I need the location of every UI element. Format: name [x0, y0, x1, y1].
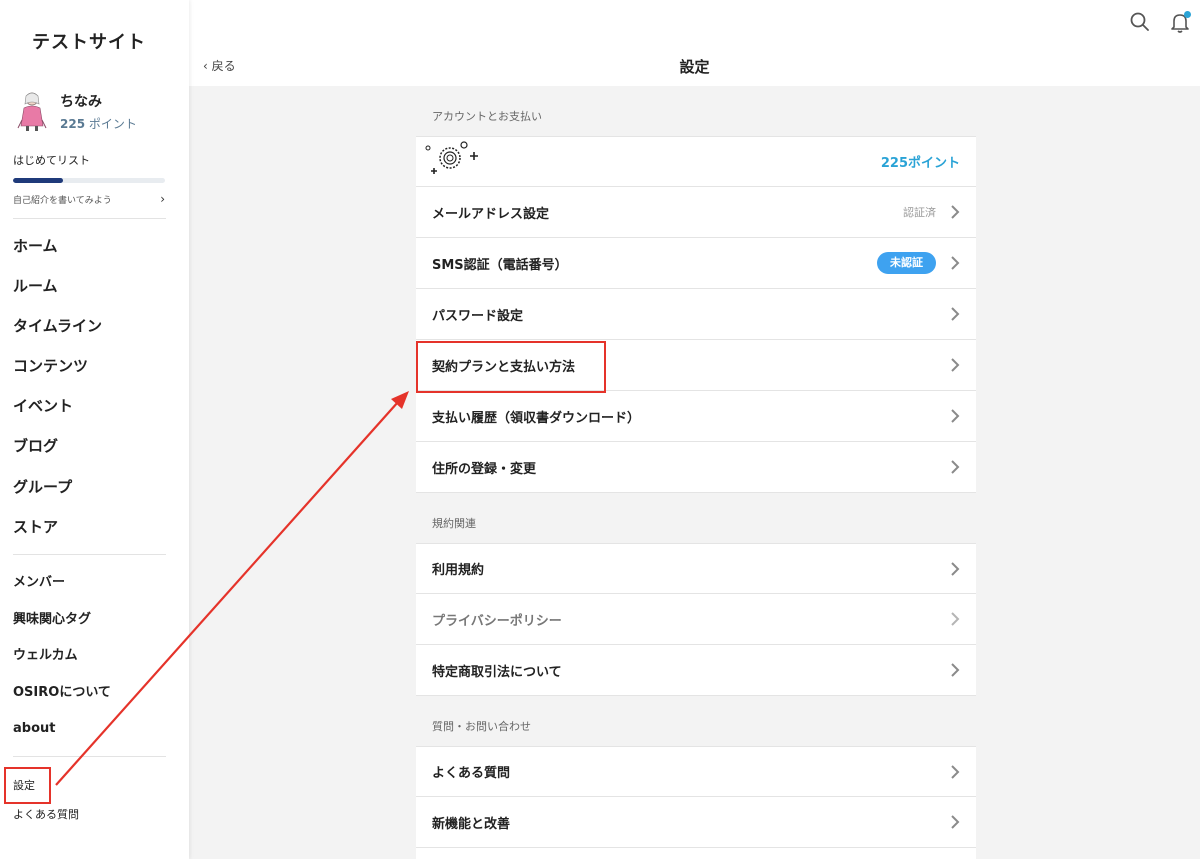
points-row[interactable]: 225ポイント: [416, 136, 976, 187]
row-label: SMS認証（電話番号）: [432, 257, 568, 273]
row-label: 契約プランと支払い方法: [432, 359, 576, 375]
settings-list-terms: 利用規約 プライバシーポリシー 特定商取引法について: [416, 543, 976, 696]
divider: [13, 554, 166, 555]
nav-item-blog[interactable]: ブログ: [13, 436, 102, 476]
bell-icon[interactable]: [1168, 10, 1192, 34]
nav-item-members[interactable]: メンバー: [13, 575, 111, 612]
points-icon: [425, 140, 478, 174]
status-badge: 未認証: [877, 252, 936, 274]
chevron-right-icon: ›: [160, 192, 165, 206]
row-plan-payment[interactable]: 契約プランと支払い方法: [416, 340, 976, 391]
profile[interactable]: ちなみ 225 ポイント: [14, 90, 137, 132]
search-icon[interactable]: [1128, 10, 1152, 34]
chevron-right-icon: [951, 358, 960, 372]
settings-content: アカウントとお支払い 225ポイント メールアドレス設定 認証済 SMS認証（電…: [416, 86, 976, 859]
row-label: 特定商取引法について: [432, 664, 562, 680]
chevron-right-icon: [951, 663, 960, 677]
row-password[interactable]: パスワード設定: [416, 289, 976, 340]
row-label: 支払い履歴（領収書ダウンロード）: [432, 410, 641, 426]
site-title[interactable]: テストサイト: [0, 28, 178, 54]
nav-item-room[interactable]: ルーム: [13, 276, 102, 316]
profile-points: 225 ポイント: [60, 115, 137, 132]
checklist-progress: [13, 178, 165, 183]
chevron-right-icon: [951, 612, 960, 626]
chevron-right-icon: [951, 764, 960, 779]
chevron-right-icon: [951, 256, 960, 270]
sub-nav: メンバー 興味関心タグ ウェルカム OSIROについて about: [13, 575, 111, 758]
checklist-hint-link[interactable]: 自己紹介を書いてみよう ›: [13, 192, 165, 206]
nav-item-group[interactable]: グループ: [13, 477, 102, 517]
nav-item-store[interactable]: ストア: [13, 517, 102, 557]
chevron-right-icon: [951, 561, 960, 576]
row-label: 新機能と改善: [432, 816, 511, 832]
status-text: 認証済: [903, 206, 936, 219]
row-address[interactable]: 住所の登録・変更: [416, 442, 976, 493]
settings-list-account: 225ポイント メールアドレス設定 認証済 SMS認証（電話番号） 未認証 パス…: [416, 136, 976, 493]
chevron-right-icon: [951, 460, 960, 474]
section-title-support: 質問・お問い合わせ: [432, 720, 531, 733]
checklist-progress-fill: [13, 178, 64, 183]
chevron-right-icon: [951, 307, 960, 321]
row-faq[interactable]: よくある質問: [416, 746, 976, 797]
row-label: 利用規約: [432, 563, 485, 578]
row-privacy-policy[interactable]: プライバシーポリシー: [416, 594, 976, 645]
settings-list-support: よくある質問 新機能と改善: [416, 746, 976, 859]
points-icon-wrap: [425, 140, 881, 184]
checklist-hint-text: 自己紹介を書いてみよう: [13, 195, 112, 206]
section-title-terms: 規約関連: [432, 517, 476, 530]
nav-item-timeline[interactable]: タイムライン: [13, 316, 102, 356]
nav-item-settings[interactable]: 設定: [13, 779, 79, 808]
profile-points-value: 225: [60, 116, 86, 131]
section-title-account: アカウントとお支払い: [432, 110, 542, 123]
nav-item-about-osiro[interactable]: OSIROについて: [13, 685, 111, 722]
row-email-settings[interactable]: メールアドレス設定 認証済: [416, 187, 976, 238]
main-nav: ホーム ルーム タイムライン コンテンツ イベント ブログ グループ ストア: [13, 236, 102, 557]
nav-item-contents[interactable]: コンテンツ: [13, 356, 102, 396]
points-value: 225ポイント: [880, 156, 960, 171]
divider: [13, 756, 166, 757]
row-label: 住所の登録・変更: [432, 461, 537, 477]
row-sms-auth[interactable]: SMS認証（電話番号） 未認証: [416, 238, 976, 289]
divider: [13, 218, 166, 219]
nav-item-interest-tags[interactable]: 興味関心タグ: [13, 612, 111, 649]
avatar[interactable]: [14, 90, 50, 132]
row-label: メールアドレス設定: [432, 206, 550, 222]
chevron-right-icon: [951, 409, 960, 423]
row-partial[interactable]: [416, 848, 976, 859]
nav-item-event[interactable]: イベント: [13, 396, 102, 436]
nav-item-about[interactable]: about: [13, 721, 111, 758]
row-payment-history[interactable]: 支払い履歴（領収書ダウンロード）: [416, 391, 976, 442]
checklist-title: はじめてリスト: [13, 154, 90, 167]
chevron-right-icon: [951, 205, 960, 219]
row-terms-of-use[interactable]: 利用規約: [416, 543, 976, 594]
footer-nav: 設定 よくある質問: [13, 779, 79, 837]
sidebar: テストサイト ちなみ 225 ポイント はじめてリスト 自己紹介を書いてみよう …: [0, 0, 189, 859]
header: ‹ 戻る 設定: [189, 0, 1200, 86]
row-commerce-law[interactable]: 特定商取引法について: [416, 645, 976, 696]
chevron-right-icon: [951, 815, 960, 829]
profile-name: ちなみ: [60, 93, 102, 110]
row-label: よくある質問: [432, 766, 511, 781]
profile-points-unit: ポイント: [88, 116, 137, 131]
page-title: 設定: [679, 58, 710, 76]
row-label: パスワード設定: [432, 308, 524, 324]
nav-item-home[interactable]: ホーム: [13, 236, 102, 276]
nav-item-faq[interactable]: よくある質問: [13, 808, 79, 837]
row-label: プライバシーポリシー: [432, 613, 562, 629]
row-new-features[interactable]: 新機能と改善: [416, 797, 976, 848]
nav-item-welcome[interactable]: ウェルカム: [13, 648, 111, 685]
